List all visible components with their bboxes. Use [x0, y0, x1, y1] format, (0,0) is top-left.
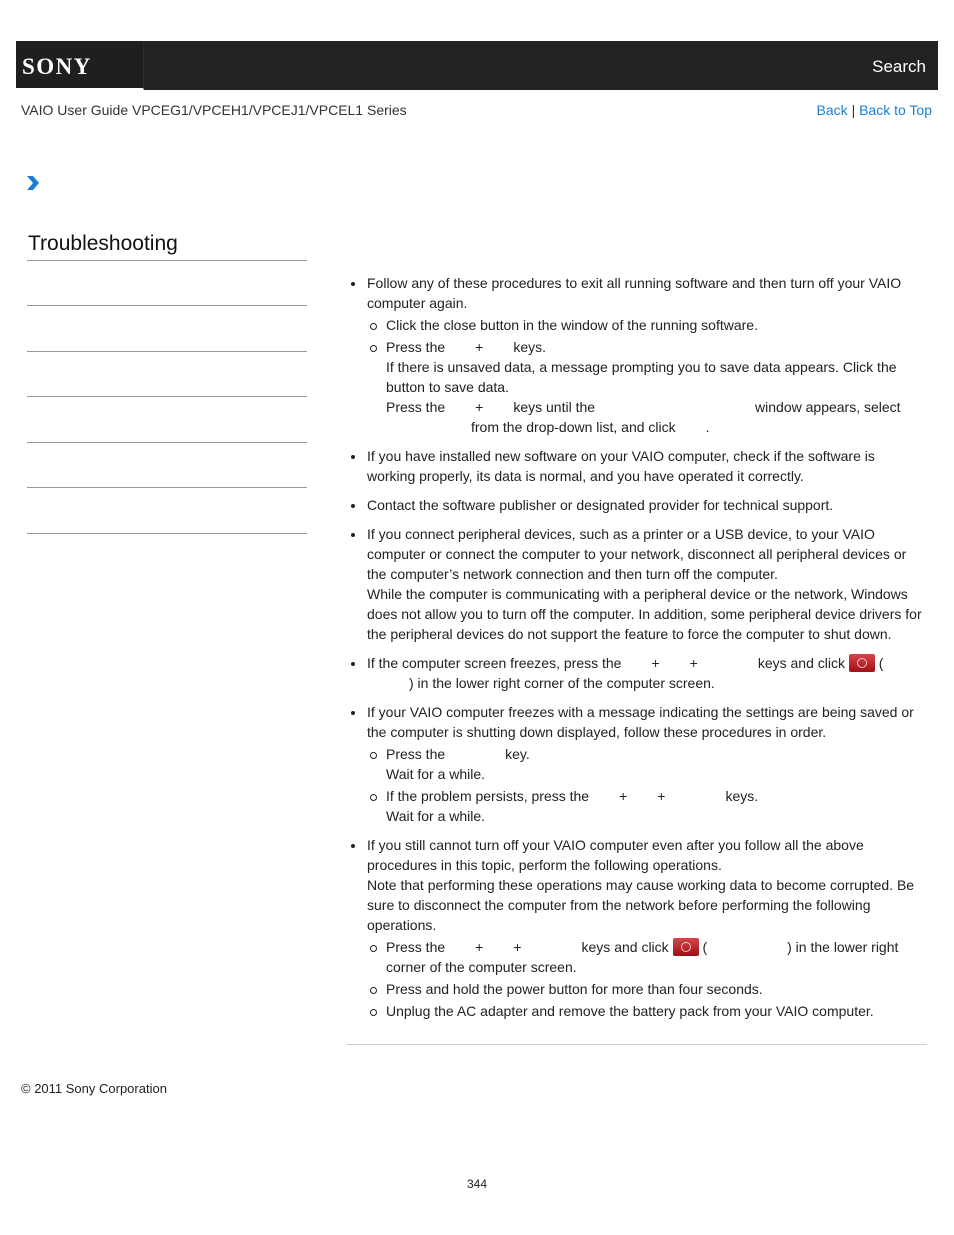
sidebar-item[interactable]: [27, 533, 307, 534]
sub-list: Press the key. Wait for a while. If the p…: [367, 744, 923, 826]
item-text: Click the close button in the window of …: [386, 317, 758, 333]
sidebar-item[interactable]: [27, 487, 307, 488]
item-text: If you still cannot turn off your VAIO c…: [367, 837, 864, 873]
list-item: Follow any of these procedures to exit a…: [348, 273, 923, 437]
back-link[interactable]: Back: [817, 102, 848, 118]
item-line: from the drop-down list, and click.: [386, 417, 923, 437]
plus-sign: +: [651, 655, 660, 671]
plus-sign: +: [475, 339, 484, 355]
item-text: Press the: [386, 339, 446, 355]
list-item: If your VAIO computer freezes with a mes…: [348, 702, 923, 826]
plus-sign: +: [689, 655, 698, 671]
plus-sign: +: [619, 788, 628, 804]
sidebar-divider: [27, 260, 307, 261]
item-text: Unplug the AC adapter and remove the bat…: [386, 1003, 874, 1019]
item-text: Note that performing these operations ma…: [367, 877, 915, 933]
item-text: If your VAIO computer freezes with a mes…: [367, 704, 914, 740]
plus-sign: +: [475, 939, 484, 955]
guide-title: VAIO User Guide VPCEG1/VPCEH1/VPCEJ1/VPC…: [21, 102, 407, 118]
plus-sign: +: [513, 939, 522, 955]
item-text: Press and hold the power button for more…: [386, 981, 763, 997]
plus-sign: +: [475, 399, 484, 415]
list-item: If you connect peripheral devices, such …: [348, 524, 923, 644]
item-text: If you connect peripheral devices, such …: [367, 526, 907, 582]
page-number: 344: [467, 1177, 488, 1191]
item-text: keys and click: [757, 655, 845, 671]
sub-list-item: Press the key. Wait for a while.: [367, 744, 923, 784]
item-text: If there is unsaved data, a message prom…: [386, 359, 897, 375]
sub-list: Click the close button in the window of …: [367, 315, 923, 437]
sidebar-title: Troubleshooting: [28, 232, 178, 255]
search-link[interactable]: Search: [872, 57, 926, 77]
item-text: from the drop-down list, and click: [471, 419, 676, 435]
item-text: Wait for a while.: [386, 766, 486, 782]
sidebar-item[interactable]: [27, 442, 307, 443]
sidebar-item[interactable]: [27, 351, 307, 352]
sub-list-item: Press the + + keys and click () in the lowe…: [367, 937, 923, 977]
item-text: (: [702, 939, 708, 955]
item-text: If the computer screen freezes, press th…: [367, 655, 622, 671]
sub-list: Press the + + keys and click () in the lowe…: [367, 937, 923, 1021]
sub-list-item: Press the + keys. If there is unsaved data…: [367, 337, 923, 437]
item-text: Press the: [386, 746, 446, 762]
content-divider: [346, 1044, 927, 1045]
sub-list-item: Click the close button in the window of …: [367, 315, 923, 335]
nav-links: Back | Back to Top: [817, 102, 932, 118]
item-text: button to save data.: [386, 379, 509, 395]
list-item: If you have installed new software on yo…: [348, 446, 923, 486]
item-line: Press the + keys until the window appears, …: [386, 397, 923, 417]
item-text: If you have installed new software on yo…: [367, 448, 875, 484]
item-text: key.: [505, 746, 530, 762]
sidebar-item[interactable]: [27, 305, 307, 306]
sub-list-item: Press and hold the power button for more…: [367, 979, 923, 999]
sub-list-item: Unplug the AC adapter and remove the bat…: [367, 1001, 923, 1021]
plus-sign: +: [657, 788, 666, 804]
nav-separator: |: [851, 102, 856, 118]
item-text: .: [705, 419, 710, 435]
item-text: keys.: [513, 339, 547, 355]
list-item: If you still cannot turn off your VAIO c…: [348, 835, 923, 1021]
item-text: While the computer is communicating with…: [367, 586, 922, 642]
item-text: (: [878, 655, 884, 671]
item-text: If the problem persists, press the: [386, 788, 590, 804]
item-text: keys and click: [581, 939, 669, 955]
main-content: Follow any of these procedures to exit a…: [348, 273, 923, 1030]
back-to-top-link[interactable]: Back to Top: [859, 102, 932, 118]
top-bar: SONY Search: [16, 41, 938, 90]
procedure-list: Follow any of these procedures to exit a…: [348, 273, 923, 1021]
item-text: Press the: [386, 399, 446, 415]
item-text: ) in the lower right corner of the compu…: [409, 675, 715, 691]
item-text: keys.: [725, 788, 759, 804]
power-icon: [672, 938, 699, 956]
logo-text: SONY: [22, 54, 92, 79]
sony-logo[interactable]: SONY: [16, 41, 144, 90]
item-text: Wait for a while.: [386, 808, 486, 824]
item-text: Contact the software publisher or design…: [367, 497, 834, 513]
list-item: If the computer screen freezes, press th…: [348, 653, 923, 693]
copyright: © 2011 Sony Corporation: [21, 1081, 167, 1096]
chevron-right-icon[interactable]: [26, 175, 40, 191]
list-item: Contact the software publisher or design…: [348, 495, 923, 515]
sub-list-item: If the problem persists, press the + + keys…: [367, 786, 923, 826]
item-text: Follow any of these procedures to exit a…: [367, 275, 902, 311]
power-icon: [848, 654, 875, 672]
sidebar-item[interactable]: [27, 396, 307, 397]
item-text: Press the: [386, 939, 446, 955]
item-text: keys until the: [513, 399, 596, 415]
item-text: window appears, select: [755, 399, 901, 415]
